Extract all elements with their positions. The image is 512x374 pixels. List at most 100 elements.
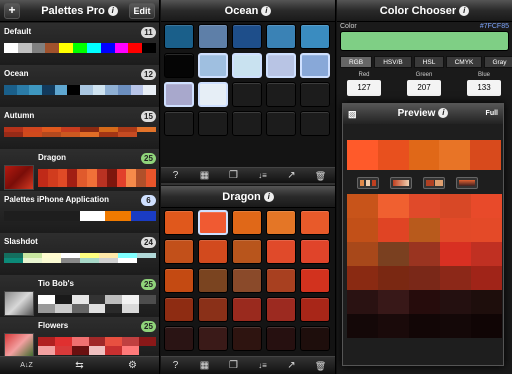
view-mode-blocks-button[interactable]: [423, 177, 445, 189]
color-swatch-cell[interactable]: [164, 297, 194, 322]
sort-icon[interactable]: ↓≡: [257, 170, 269, 182]
color-swatch-cell[interactable]: [266, 210, 296, 235]
color-swatch-cell[interactable]: [266, 326, 296, 351]
copy-icon[interactable]: ❐: [228, 170, 240, 182]
palette-color-chip: [80, 258, 99, 263]
palette-color-chip: [96, 169, 107, 187]
color-swatch-cell[interactable]: [300, 326, 330, 351]
color-swatch-cell[interactable]: [266, 53, 296, 78]
color-swatch-cell[interactable]: [266, 24, 296, 49]
color-swatch-cell[interactable]: [198, 24, 228, 49]
qr-code-icon[interactable]: ▦: [199, 360, 211, 372]
palette-color-chip: [80, 132, 99, 137]
color-swatch-cell[interactable]: [300, 53, 330, 78]
color-swatch-cell[interactable]: [164, 239, 194, 264]
color-swatch-cell[interactable]: [198, 53, 228, 78]
color-swatch-cell[interactable]: [300, 210, 330, 235]
palette-row[interactable]: Default 11: [0, 23, 159, 66]
color-swatch-cell[interactable]: [300, 268, 330, 293]
palette-color-chip: [106, 169, 117, 187]
palette-row[interactable]: Flowers 25: [0, 317, 159, 360]
trash-icon[interactable]: 🗑: [315, 360, 327, 372]
info-icon[interactable]: i: [261, 6, 272, 16]
color-swatch-cell[interactable]: [266, 268, 296, 293]
color-swatch-cell[interactable]: [198, 268, 228, 293]
view-mode-gradient-button[interactable]: [390, 177, 412, 189]
color-swatch-cell[interactable]: [198, 326, 228, 351]
color-swatch-cell[interactable]: [232, 268, 262, 293]
color-swatch-cell[interactable]: [198, 82, 228, 107]
image-icon[interactable]: ▨: [348, 104, 357, 124]
color-swatch-cell[interactable]: [300, 111, 330, 136]
color-swatch-cell[interactable]: [164, 326, 194, 351]
color-swatch-cell[interactable]: [266, 297, 296, 322]
palette-row[interactable]: Dragon 25: [0, 149, 159, 192]
green-input[interactable]: 207: [407, 80, 441, 96]
sort-icon[interactable]: ↓≡: [257, 360, 269, 372]
color-swatch-cell[interactable]: [198, 111, 228, 136]
color-swatch-cell[interactable]: [300, 239, 330, 264]
color-swatch-cell[interactable]: [232, 210, 262, 235]
color-swatch-cell[interactable]: [232, 239, 262, 264]
palette-color-chip: [4, 85, 17, 95]
trash-icon[interactable]: 🗑: [315, 170, 327, 182]
copy-icon[interactable]: ❐: [228, 360, 240, 372]
color-swatch-cell[interactable]: [198, 210, 228, 235]
tab-hsl[interactable]: HSL: [414, 56, 444, 68]
view-mode-stripes-button[interactable]: [357, 177, 379, 189]
palette-color-chip: [130, 211, 156, 221]
color-swatch-cell[interactable]: [232, 111, 262, 136]
color-swatch-cell[interactable]: [232, 24, 262, 49]
palette-row[interactable]: Ocean 12: [0, 65, 159, 108]
share-icon[interactable]: ↗: [286, 360, 298, 372]
color-swatch-cell[interactable]: [232, 326, 262, 351]
tab-hsvb[interactable]: HSV/B: [374, 56, 412, 68]
tab-cmyk[interactable]: CMYK: [446, 56, 482, 68]
color-swatch-cell[interactable]: [232, 82, 262, 107]
color-swatch-cell[interactable]: [300, 82, 330, 107]
qr-code-icon[interactable]: ▦: [199, 170, 211, 182]
color-swatch-cell[interactable]: [164, 268, 194, 293]
share-icon[interactable]: ↗: [286, 170, 298, 182]
color-swatch-cell[interactable]: [164, 210, 194, 235]
palette-row[interactable]: Tio Bob's 25: [0, 275, 159, 318]
palette-row[interactable]: Palettes iPhone Application 6: [0, 191, 159, 234]
red-input[interactable]: 127: [347, 80, 381, 96]
color-swatch-cell[interactable]: [198, 297, 228, 322]
color-swatch-cell[interactable]: [164, 111, 194, 136]
sort-az-icon[interactable]: A↓Z: [20, 360, 32, 372]
blue-input[interactable]: 133: [467, 80, 501, 96]
info-icon[interactable]: i: [459, 6, 470, 16]
color-swatch-cell[interactable]: [266, 111, 296, 136]
help-icon[interactable]: ?: [170, 360, 182, 372]
color-swatch-cell[interactable]: [266, 82, 296, 107]
palette-name: Palettes iPhone Application: [4, 195, 110, 204]
palette-color-chip: [122, 304, 140, 313]
color-swatch-cell[interactable]: [164, 82, 194, 107]
info-icon[interactable]: i: [107, 6, 118, 16]
info-icon[interactable]: i: [263, 192, 274, 202]
swap-icon[interactable]: ⇆: [74, 360, 86, 372]
info-icon[interactable]: i: [438, 108, 449, 118]
color-swatch-cell[interactable]: [164, 24, 194, 49]
palette-row[interactable]: Slashdot 24: [0, 233, 159, 276]
full-button[interactable]: Full: [486, 104, 498, 124]
tab-rgb[interactable]: RGB: [340, 56, 372, 68]
palette-row[interactable]: Autumn 15: [0, 107, 159, 150]
settings-gear-icon[interactable]: ⚙: [127, 360, 139, 372]
color-swatch-cell[interactable]: [198, 239, 228, 264]
color-swatch-cell[interactable]: [300, 24, 330, 49]
add-palette-button[interactable]: +: [4, 3, 20, 19]
color-swatch-cell[interactable]: [232, 297, 262, 322]
tab-gray[interactable]: Gray: [484, 56, 512, 68]
palette-color-strip: [4, 127, 156, 137]
color-swatch-cell[interactable]: [164, 53, 194, 78]
color-swatch-cell[interactable]: [300, 297, 330, 322]
color-swatch-cell[interactable]: [266, 239, 296, 264]
preview-grid-cell: [347, 242, 378, 266]
palettes-panel: + Palettes Pro i Edit Default 11 Ocean 12 Aut…: [0, 0, 160, 374]
edit-button[interactable]: Edit: [129, 3, 155, 19]
color-swatch-cell[interactable]: [232, 53, 262, 78]
help-icon[interactable]: ?: [170, 170, 182, 182]
view-mode-grid-button[interactable]: [456, 177, 478, 189]
